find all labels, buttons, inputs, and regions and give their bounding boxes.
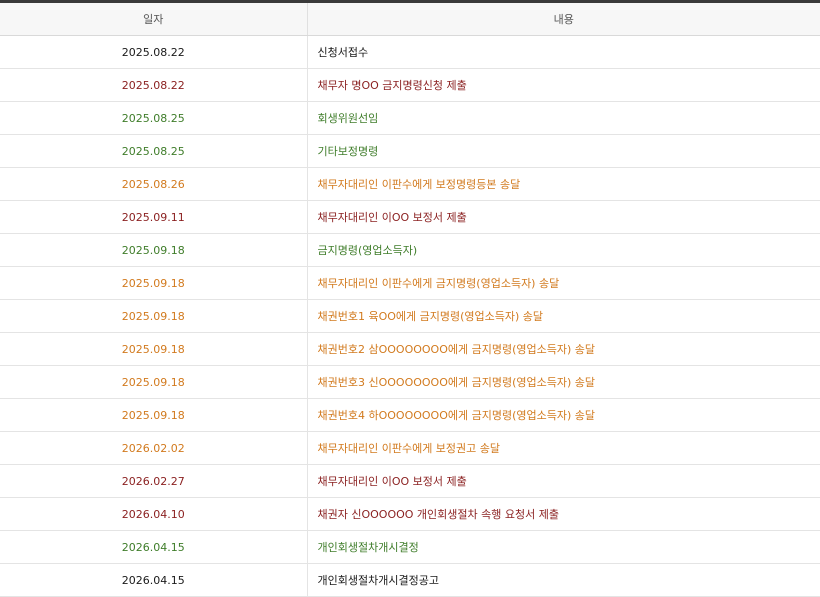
row-date: 2025.09.18 xyxy=(0,233,308,267)
table-row: 2025.08.25 회생위원선임 xyxy=(0,101,820,135)
row-content: 채무자대리인 이판수에게 금지명령(영업소득자) 송달 xyxy=(307,266,820,300)
row-date: 2025.08.25 xyxy=(0,134,308,168)
row-date: 2025.09.18 xyxy=(0,299,308,333)
table-row: 2025.09.11 채무자대리인 이OO 보정서 제출 xyxy=(0,200,820,234)
table-row: 2025.08.25 기타보정명령 xyxy=(0,134,820,168)
table-row: 2025.09.18 채권번호1 육OO에게 금지명령(영업소득자) 송달 xyxy=(0,299,820,333)
row-content: 개인회생절차개시결정 xyxy=(307,530,820,564)
header-content: 내용 xyxy=(307,3,820,36)
row-date: 2026.04.10 xyxy=(0,497,308,531)
row-date: 2025.09.18 xyxy=(0,266,308,300)
row-content: 채무자대리인 이판수에게 보정명령등본 송달 xyxy=(307,167,820,201)
row-date: 2026.04.15 xyxy=(0,530,308,564)
row-content: 채권번호2 삼OOOOOOOO에게 금지명령(영업소득자) 송달 xyxy=(307,332,820,366)
row-date: 2025.08.22 xyxy=(0,68,308,102)
row-content: 채무자 명OO 금지명령신청 제출 xyxy=(307,68,820,102)
row-content: 채권번호3 신OOOOOOOO에게 금지명령(영업소득자) 송달 xyxy=(307,365,820,399)
row-content: 회생위원선임 xyxy=(307,101,820,135)
row-date: 2025.09.18 xyxy=(0,398,308,432)
table-row: 2025.08.22 신청서접수 xyxy=(0,35,820,69)
table-row: 2026.04.15 개인회생절차개시결정 xyxy=(0,530,820,564)
table-row: 2025.09.18 채권번호2 삼OOOOOOOO에게 금지명령(영업소득자) … xyxy=(0,332,820,366)
table-row: 2025.09.18 채무자대리인 이판수에게 금지명령(영업소득자) 송달 xyxy=(0,266,820,300)
table-row: 2025.09.18 채권번호3 신OOOOOOOO에게 금지명령(영업소득자) … xyxy=(0,365,820,399)
header-date: 일자 xyxy=(0,3,308,36)
row-content: 채무자대리인 이OO 보정서 제출 xyxy=(307,200,820,234)
case-progress-table: 일자 내용 2025.08.22 신청서접수 2025.08.22 채무자 명OO 금… xyxy=(0,0,820,597)
table-row: 2026.04.15 개인회생절차개시결정공고 xyxy=(0,563,820,597)
row-content: 채무자대리인 이OO 보정서 제출 xyxy=(307,464,820,498)
table-row: 2026.02.27 채무자대리인 이OO 보정서 제출 xyxy=(0,464,820,498)
row-content: 금지명령(영업소득자) xyxy=(307,233,820,267)
row-content: 채권자 신OOOOOO 개인회생절차 속행 요청서 제출 xyxy=(307,497,820,531)
row-date: 2026.02.02 xyxy=(0,431,308,465)
table-header-row: 일자 내용 xyxy=(0,3,820,36)
row-content: 기타보정명령 xyxy=(307,134,820,168)
row-date: 2025.08.25 xyxy=(0,101,308,135)
table-row: 2026.02.02 채무자대리인 이판수에게 보정권고 송달 xyxy=(0,431,820,465)
progress-table: 일자 내용 2025.08.22 신청서접수 2025.08.22 채무자 명OO 금… xyxy=(0,3,820,597)
row-date: 2025.09.11 xyxy=(0,200,308,234)
row-date: 2025.08.26 xyxy=(0,167,308,201)
table-row: 2025.09.18 채권번호4 하OOOOOOOO에게 금지명령(영업소득자) … xyxy=(0,398,820,432)
table-row: 2026.04.10 채권자 신OOOOOO 개인회생절차 속행 요청서 제출 xyxy=(0,497,820,531)
row-content: 채권번호4 하OOOOOOOO에게 금지명령(영업소득자) 송달 xyxy=(307,398,820,432)
row-content: 개인회생절차개시결정공고 xyxy=(307,563,820,597)
table-row: 2025.09.18 금지명령(영업소득자) xyxy=(0,233,820,267)
row-content: 채권번호1 육OO에게 금지명령(영업소득자) 송달 xyxy=(307,299,820,333)
table-row: 2025.08.26 채무자대리인 이판수에게 보정명령등본 송달 xyxy=(0,167,820,201)
row-content: 신청서접수 xyxy=(307,35,820,69)
row-date: 2025.09.18 xyxy=(0,365,308,399)
row-content: 채무자대리인 이판수에게 보정권고 송달 xyxy=(307,431,820,465)
row-date: 2025.09.18 xyxy=(0,332,308,366)
row-date: 2026.04.15 xyxy=(0,563,308,597)
row-date: 2026.02.27 xyxy=(0,464,308,498)
row-date: 2025.08.22 xyxy=(0,35,308,69)
table-row: 2025.08.22 채무자 명OO 금지명령신청 제출 xyxy=(0,68,820,102)
